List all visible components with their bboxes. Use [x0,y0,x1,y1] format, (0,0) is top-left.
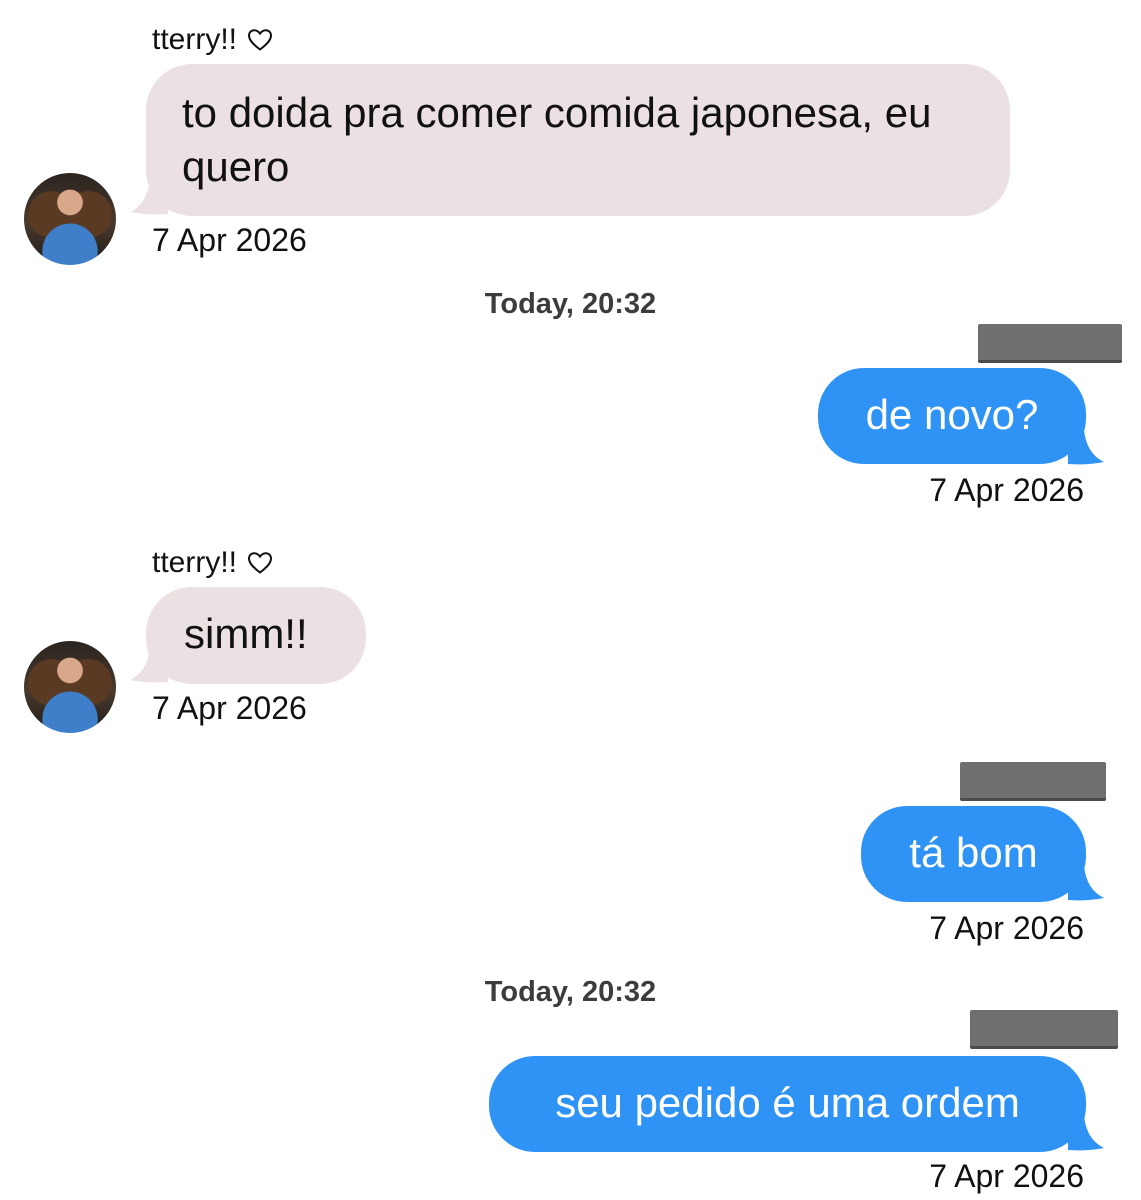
message-date: 7 Apr 2026 [929,1158,1084,1194]
message-text: tá bom [909,829,1038,876]
time-separator: Today, 20:32 [484,976,657,1008]
message-bubble-incoming[interactable]: to doida pra comer comida japonesa, eu q… [146,64,1010,216]
redacted-label [960,762,1106,801]
avatar[interactable] [24,173,116,265]
message-text: to doida pra comer comida japonesa, eu q… [182,89,932,190]
redacted-label [978,324,1122,363]
message-date: 7 Apr 2026 [929,472,1084,508]
message-bubble-outgoing[interactable]: seu pedido é uma ordem [489,1056,1086,1152]
message-bubble-incoming[interactable]: simm!! [146,587,366,684]
message-text: seu pedido é uma ordem [555,1079,1020,1126]
chat-thread: tterry!! to doida pra comer comida japon… [0,0,1141,1200]
sender-name: tterry!! [152,545,273,581]
message-text: simm!! [184,610,308,657]
message-date: 7 Apr 2026 [152,222,307,258]
sender-name-label: tterry!! [152,546,238,579]
redacted-label [970,1010,1118,1049]
message-bubble-outgoing[interactable]: de novo? [818,368,1086,464]
sender-name-label: tterry!! [152,23,238,56]
heart-outline-icon[interactable] [247,28,273,52]
message-text: de novo? [865,391,1039,438]
sender-name: tterry!! [152,22,273,58]
message-date: 7 Apr 2026 [929,910,1084,946]
time-separator: Today, 20:32 [484,288,657,320]
message-date: 7 Apr 2026 [152,690,307,726]
avatar[interactable] [24,641,116,733]
heart-outline-icon[interactable] [247,551,273,575]
message-bubble-outgoing[interactable]: tá bom [861,806,1086,902]
